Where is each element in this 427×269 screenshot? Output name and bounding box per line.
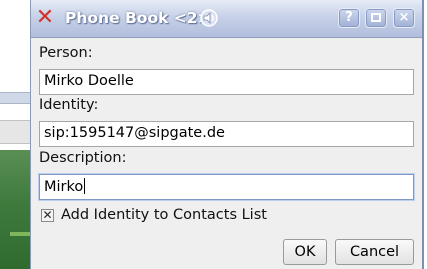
help-button[interactable]: ? bbox=[338, 8, 360, 28]
app-x-icon[interactable]: ✕ bbox=[35, 7, 55, 29]
background-desktop bbox=[0, 150, 30, 269]
phone-book-dialog: ✕ Phone Book <2> ? × Person: Mirko Doell… bbox=[30, 0, 424, 269]
background-window bbox=[0, 0, 30, 269]
description-label: Description: bbox=[39, 150, 127, 166]
maximize-button[interactable] bbox=[365, 8, 387, 28]
background-highlight bbox=[10, 232, 30, 236]
add-to-contacts-checkbox[interactable]: ✕ bbox=[41, 209, 54, 222]
cancel-button[interactable]: Cancel bbox=[335, 239, 414, 265]
background-bar bbox=[0, 120, 30, 144]
description-field[interactable]: Mirko bbox=[39, 174, 414, 200]
sound-icon bbox=[199, 8, 219, 28]
identity-field[interactable]: sip:1595147@sipgate.de bbox=[39, 121, 414, 147]
description-value: Mirko bbox=[44, 179, 84, 195]
identity-label: Identity: bbox=[39, 97, 99, 113]
person-field[interactable]: Mirko Doelle bbox=[39, 69, 414, 95]
ok-button[interactable]: OK bbox=[283, 239, 327, 265]
title-bar[interactable]: ✕ Phone Book <2> ? × bbox=[31, 0, 422, 38]
person-label: Person: bbox=[39, 45, 93, 61]
background-bar bbox=[0, 92, 30, 104]
window-title: Phone Book <2> bbox=[65, 9, 211, 27]
text-caret bbox=[84, 178, 86, 194]
maximize-icon bbox=[371, 13, 381, 22]
add-to-contacts-label[interactable]: Add Identity to Contacts List bbox=[61, 207, 267, 223]
close-button[interactable]: × bbox=[393, 8, 415, 28]
